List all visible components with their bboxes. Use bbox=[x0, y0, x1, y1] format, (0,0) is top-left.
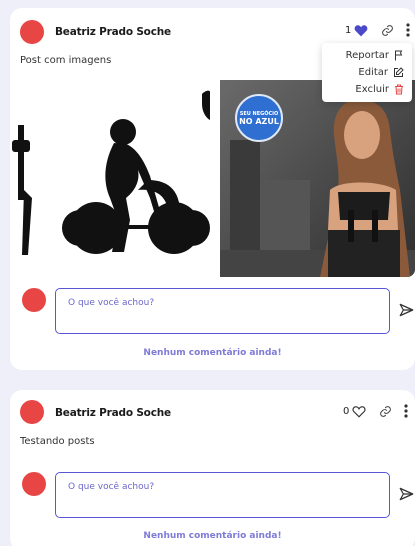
badge-logo: SEU NEGÓCIO NO AZUL bbox=[235, 94, 283, 142]
menu-item-delete-label: Excluir bbox=[355, 84, 389, 95]
author-name[interactable]: Beatriz Prado Soche bbox=[55, 26, 171, 38]
comment-input[interactable]: O que você achou? bbox=[55, 288, 390, 334]
flag-icon bbox=[394, 50, 404, 61]
trash-icon bbox=[394, 84, 404, 95]
post-card: Beatriz Prado Soche 0 Testando posts O q… bbox=[10, 390, 415, 546]
no-comments-message: Nenhum comentário ainda! bbox=[143, 348, 282, 358]
author-name[interactable]: Beatriz Prado Soche bbox=[55, 407, 171, 419]
send-icon[interactable] bbox=[399, 487, 414, 501]
link-icon[interactable] bbox=[381, 24, 394, 37]
more-options-icon[interactable] bbox=[404, 404, 408, 418]
like-count: 1 bbox=[345, 24, 352, 36]
heart-outline-icon[interactable] bbox=[352, 405, 366, 418]
edit-icon bbox=[393, 67, 404, 78]
like-area: 1 bbox=[345, 23, 410, 37]
no-comments-message: Nenhum comentário ainda! bbox=[143, 531, 282, 541]
post-card: Beatriz Prado Soche 1 Post com imagens S… bbox=[10, 8, 415, 370]
post-options-menu: Reportar Editar Excluir bbox=[322, 43, 412, 102]
badge-line2: NO AZUL bbox=[239, 116, 279, 126]
link-icon[interactable] bbox=[379, 405, 392, 418]
like-area: 0 bbox=[343, 404, 408, 418]
menu-item-report[interactable]: Reportar bbox=[330, 47, 404, 64]
menu-item-edit[interactable]: Editar bbox=[330, 64, 404, 81]
like-count: 0 bbox=[343, 405, 350, 417]
post-images: SEU NEGÓCIO NO AZUL bbox=[10, 80, 415, 277]
author-avatar[interactable] bbox=[20, 20, 44, 44]
commenter-avatar bbox=[22, 288, 46, 312]
more-options-icon[interactable] bbox=[406, 23, 410, 37]
send-icon[interactable] bbox=[399, 303, 414, 317]
fitness-woman-photo[interactable]: SEU NEGÓCIO NO AZUL bbox=[220, 80, 415, 277]
menu-item-delete[interactable]: Excluir bbox=[330, 81, 404, 98]
menu-item-edit-label: Editar bbox=[358, 67, 388, 78]
heart-filled-icon[interactable] bbox=[354, 24, 368, 37]
post-text: Testando posts bbox=[20, 436, 95, 447]
author-avatar[interactable] bbox=[20, 400, 44, 424]
weightlifting-silhouette-image[interactable] bbox=[10, 80, 210, 277]
comment-input[interactable]: O que você achou? bbox=[55, 472, 390, 518]
commenter-avatar bbox=[22, 472, 46, 496]
post-text: Post com imagens bbox=[20, 55, 112, 66]
menu-item-report-label: Reportar bbox=[345, 50, 389, 61]
